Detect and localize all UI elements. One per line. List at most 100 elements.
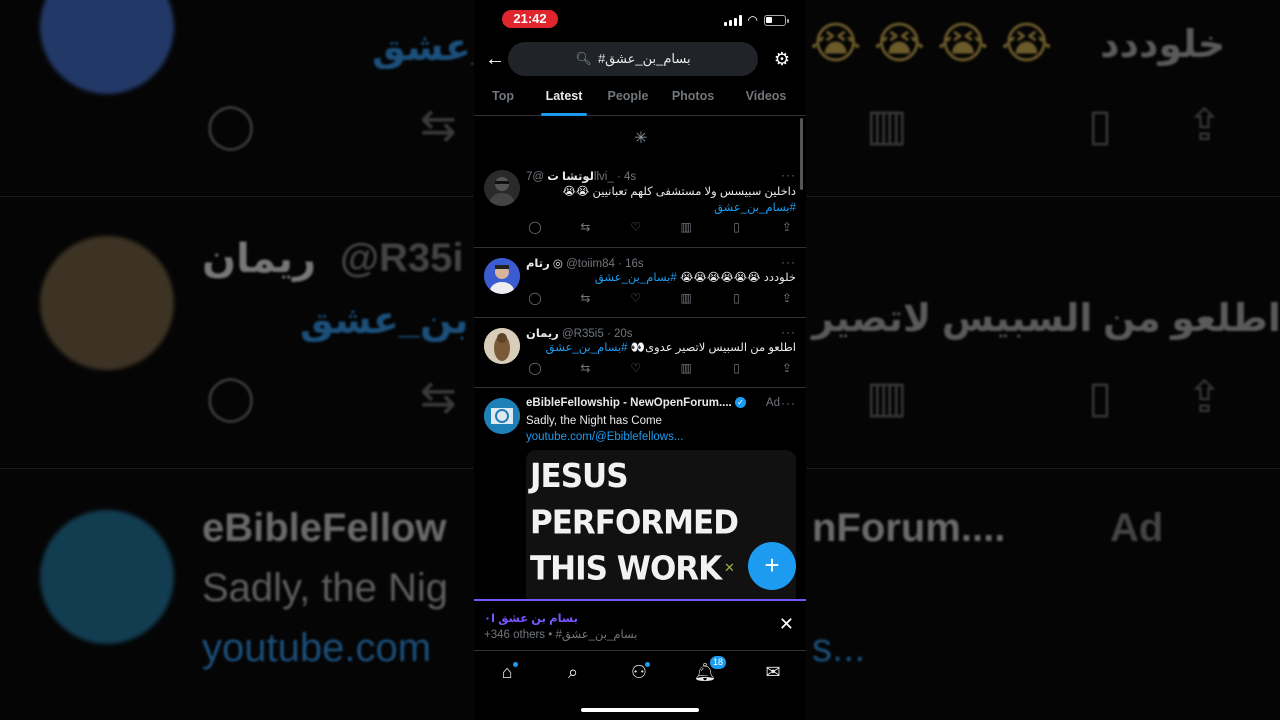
ad-text: Sadly, the Night has Come youtube.com/@E…: [526, 413, 796, 445]
reply-icon[interactable]: ◯: [526, 220, 544, 236]
hashtag-link[interactable]: #بسام_بن_عشق: [595, 272, 677, 284]
bg-share-icon: ⇪: [1186, 101, 1223, 150]
ad-image-mark-icon: ✕: [724, 560, 735, 575]
ad-label: Ad: [765, 397, 780, 409]
compose-button[interactable]: +: [748, 542, 796, 590]
avatar[interactable]: [484, 170, 520, 206]
author-handle[interactable]: @toiim84: [566, 258, 615, 270]
author-handle[interactable]: @R35i5: [562, 328, 604, 340]
author-name[interactable]: رتام ◎: [526, 258, 563, 270]
bg-ad-link-right: s...: [812, 626, 866, 670]
status-bar: 21:42 ◠: [474, 0, 806, 38]
back-arrow-icon[interactable]: ←: [482, 46, 508, 72]
bookmark-icon[interactable]: ▯: [728, 291, 746, 307]
hashtag-link[interactable]: #بسام_بن_عشق: [546, 342, 628, 354]
tab-videos[interactable]: Videos: [744, 80, 788, 116]
tweet-1[interactable]: لوتشا ت @7llvi_ · 4s ··· داخلين سبيسس ول…: [474, 160, 806, 248]
avatar[interactable]: [484, 398, 520, 434]
search-input[interactable]: 🔍︎ #بسام_بن_عشق: [508, 42, 758, 76]
tab-photos[interactable]: Photos: [670, 80, 716, 116]
bg-avatar-2: [40, 236, 174, 370]
retweet-icon[interactable]: ⇆: [576, 291, 594, 307]
home-icon[interactable]: ⌂: [494, 659, 520, 685]
retweet-icon[interactable]: ⇆: [576, 361, 594, 377]
author-name[interactable]: ريمان: [526, 328, 559, 340]
hashtag-link[interactable]: #بسام_بن_عشق: [526, 200, 796, 216]
status-icons: ◠: [723, 13, 789, 27]
bg-share-icon-2: ⇪: [1186, 373, 1223, 422]
bg-ad-name-left: eBibleFellow: [202, 506, 447, 550]
views-icon[interactable]: ▥: [677, 291, 695, 307]
bg-reply-icon: ◯: [206, 101, 256, 150]
more-options-icon[interactable]: ···: [781, 325, 796, 339]
search-nav-icon[interactable]: ⌕: [560, 659, 586, 685]
share-icon[interactable]: ⇪: [778, 220, 796, 236]
bg-bookmark-icon: ▯: [1088, 101, 1113, 150]
bg-avatar-1: [40, 0, 174, 94]
tweet-header: لوتشا ت @7llvi_ · 4s: [526, 169, 796, 183]
reply-icon[interactable]: ◯: [526, 361, 544, 377]
views-icon[interactable]: ▥: [677, 220, 695, 236]
like-icon[interactable]: ♡: [627, 361, 645, 377]
status-time: 21:42: [502, 10, 558, 28]
search-tabs: Top Latest People Photos Videos: [474, 80, 806, 116]
home-indicator[interactable]: [581, 708, 699, 712]
bg-retweet-icon-2: ⇆: [420, 373, 457, 422]
battery-icon: [764, 14, 789, 26]
bg-mid-name: ريمان: [202, 237, 317, 281]
tweet-2[interactable]: رتام ◎ @toiim84 · 16s ··· خلوددد 😭😭😭😭😭😭 …: [474, 248, 806, 318]
author-name[interactable]: eBibleFellowship - NewOpenForum....: [526, 397, 732, 409]
phone-screen: 21:42 ◠ ← 🔍︎ #بسام_بن_عشق ⚙ Top Latest P…: [474, 0, 806, 720]
ad-link[interactable]: youtube.com/@Ebiblefellows...: [526, 429, 796, 445]
more-options-icon[interactable]: ···: [781, 168, 796, 182]
views-icon[interactable]: ▥: [677, 361, 695, 377]
loading-spinner-icon: ✳: [634, 130, 648, 147]
tab-top[interactable]: Top: [488, 80, 518, 116]
bottom-nav: ⌂ ⌕ ⚇ 🔔︎ 18 ✉: [474, 650, 806, 692]
bg-mid-handle: @R35i: [340, 236, 464, 280]
space-banner[interactable]: بسام بن عشق ا٠ +346 others • #بسام_بن_عش…: [474, 599, 806, 649]
filter-sliders-icon[interactable]: ⚙: [770, 46, 794, 72]
tweet-actions: ◯ ⇆ ♡ ▥ ▯ ⇪: [526, 291, 796, 307]
tweet-time: · 16s: [618, 258, 644, 270]
communities-icon[interactable]: ⚇: [626, 659, 652, 685]
close-icon[interactable]: ✕: [779, 614, 794, 635]
tweet-text: اطلعو من السبيس لاتصير عدوى👀 #بسام_بن_عش…: [526, 340, 796, 356]
bg-bookmark-icon-2: ▯: [1088, 373, 1113, 422]
tab-latest[interactable]: Latest: [540, 80, 588, 116]
ad-label-wrap: Ad: [766, 397, 780, 409]
bookmark-icon[interactable]: ▯: [728, 220, 746, 236]
notifications-badge: 18: [710, 656, 726, 669]
bg-ad-name-right: nForum....: [812, 506, 1006, 550]
wifi-icon: ◠: [747, 13, 758, 27]
home-dot: [513, 662, 518, 667]
bookmark-icon[interactable]: ▯: [728, 361, 746, 377]
tweet-header: eBibleFellowship - NewOpenForum.... ✓: [526, 397, 766, 409]
more-options-icon[interactable]: ···: [781, 396, 796, 410]
bg-mid-link: بن_عشق: [300, 300, 469, 342]
share-icon[interactable]: ⇪: [778, 291, 796, 307]
bg-ad-link: youtube.com: [202, 626, 432, 670]
like-icon[interactable]: ♡: [627, 220, 645, 236]
notifications-icon[interactable]: 🔔︎ 18: [692, 656, 726, 685]
retweet-icon[interactable]: ⇆: [576, 220, 594, 236]
tweet-header: رتام ◎ @toiim84 · 16s: [526, 256, 796, 270]
bg-top-text: خلوددد: [1100, 24, 1226, 66]
more-options-icon[interactable]: ···: [781, 255, 796, 269]
communities-dot: [645, 662, 650, 667]
author-name[interactable]: لوتشا ت: [547, 171, 594, 183]
tab-people[interactable]: People: [606, 80, 650, 116]
tweet-text-line: اطلعو من السبيس لاتصير عدوى👀: [630, 342, 796, 354]
messages-icon[interactable]: ✉: [760, 659, 786, 685]
tweet-3[interactable]: ريمان @R35i5 · 20s ··· اطلعو من السبيس ل…: [474, 318, 806, 388]
space-subtitle: +346 others • #بسام_بن_عشق: [484, 629, 638, 641]
reply-icon[interactable]: ◯: [526, 291, 544, 307]
bg-emoji-row: 😭 😭 😭 😭: [810, 19, 1053, 68]
avatar[interactable]: [484, 258, 520, 294]
like-icon[interactable]: ♡: [627, 291, 645, 307]
share-icon[interactable]: ⇪: [778, 361, 796, 377]
bg-mid-text: اطلعو من السبيس لاتصير: [812, 298, 1280, 340]
avatar[interactable]: [484, 328, 520, 364]
search-header: ← 🔍︎ #بسام_بن_عشق ⚙: [474, 40, 806, 78]
tweet-text: داخلين سبيسس ولا مستشفى كلهم تعبانيين 😭😭…: [526, 184, 796, 216]
